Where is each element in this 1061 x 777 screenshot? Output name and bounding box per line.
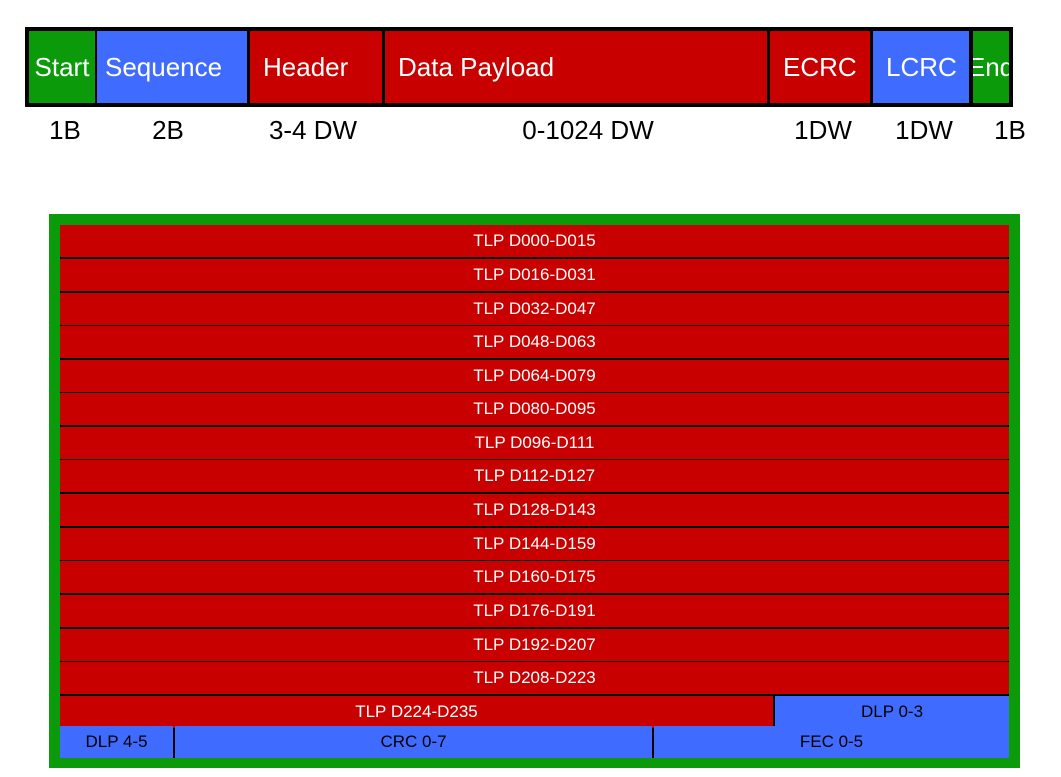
tlp-cell: TLP D064-D079	[60, 360, 1009, 392]
tlp-cell: TLP D096-D111	[60, 427, 1009, 459]
tlp-cell: TLP D208-D223	[60, 662, 1009, 694]
flit-row: TLP D064-D079	[60, 360, 1009, 392]
crc-cell: CRC 0-7	[175, 726, 652, 758]
flit-row: TLP D128-D143	[60, 494, 1009, 526]
tlp-cell: TLP D000-D015	[60, 225, 1009, 257]
flit-grid: TLP D000-D015 TLP D016-D031 TLP D032-D04…	[60, 225, 1009, 758]
flit-row: TLP D192-D207	[60, 629, 1009, 661]
flit-row: TLP D080-D095	[60, 393, 1009, 425]
header-field: Header	[250, 31, 382, 103]
end-field: End	[973, 31, 1009, 103]
tlp-cell: TLP D160-D175	[60, 561, 1009, 593]
sequence-field: Sequence	[97, 31, 247, 103]
tlp-cell: TLP D144-D159	[60, 528, 1009, 560]
dlp-cell: DLP 0-3	[775, 696, 1009, 728]
dlp-cell: DLP 4-5	[60, 726, 173, 758]
tlp-cell: TLP D176-D191	[60, 595, 1009, 627]
lcrc-size-label: 1DW	[895, 115, 953, 145]
flit-row: TLP D016-D031	[60, 259, 1009, 291]
flit-row: TLP D160-D175	[60, 561, 1009, 593]
data-payload-size-label: 0-1024 DW	[522, 115, 654, 145]
lcrc-field: LCRC	[873, 31, 969, 103]
data-payload-field: Data Payload	[385, 31, 767, 103]
tlp-cell: TLP D032-D047	[60, 293, 1009, 325]
tlp-cell: TLP D080-D095	[60, 393, 1009, 425]
flit-row: TLP D048-D063	[60, 326, 1009, 358]
fec-cell: FEC 0-5	[654, 726, 1009, 758]
flit-frame: TLP D000-D015 TLP D016-D031 TLP D032-D04…	[49, 214, 1020, 768]
tlp-cell: TLP D224-D235	[60, 696, 773, 728]
sequence-size-label: 2B	[152, 115, 184, 145]
end-size-label: 1B	[994, 115, 1026, 145]
flit-row: TLP D112-D127	[60, 460, 1009, 492]
ecrc-field: ECRC	[770, 31, 870, 103]
flit-row: TLP D144-D159	[60, 528, 1009, 560]
tlp-cell: TLP D016-D031	[60, 259, 1009, 291]
flit-row: TLP D000-D015	[60, 225, 1009, 257]
flit-row: TLP D176-D191	[60, 595, 1009, 627]
tlp-cell: TLP D128-D143	[60, 494, 1009, 526]
tlp-cell: TLP D112-D127	[60, 460, 1009, 492]
ecrc-size-label: 1DW	[794, 115, 852, 145]
flit-row: DLP 4-5 CRC 0-7 FEC 0-5	[60, 726, 1009, 758]
tlp-cell: TLP D192-D207	[60, 629, 1009, 661]
header-size-label: 3-4 DW	[268, 115, 358, 145]
flit-row: TLP D032-D047	[60, 293, 1009, 325]
start-size-label: 1B	[49, 115, 81, 145]
flit-row: TLP D208-D223	[60, 662, 1009, 694]
flit-row: TLP D096-D111	[60, 427, 1009, 459]
start-field: Start	[29, 31, 95, 103]
tlp-packet-bar: Start Sequence Header Data Payload ECRC …	[25, 27, 1013, 107]
flit-row: TLP D224-D235 DLP 0-3	[60, 696, 1009, 728]
tlp-cell: TLP D048-D063	[60, 326, 1009, 358]
